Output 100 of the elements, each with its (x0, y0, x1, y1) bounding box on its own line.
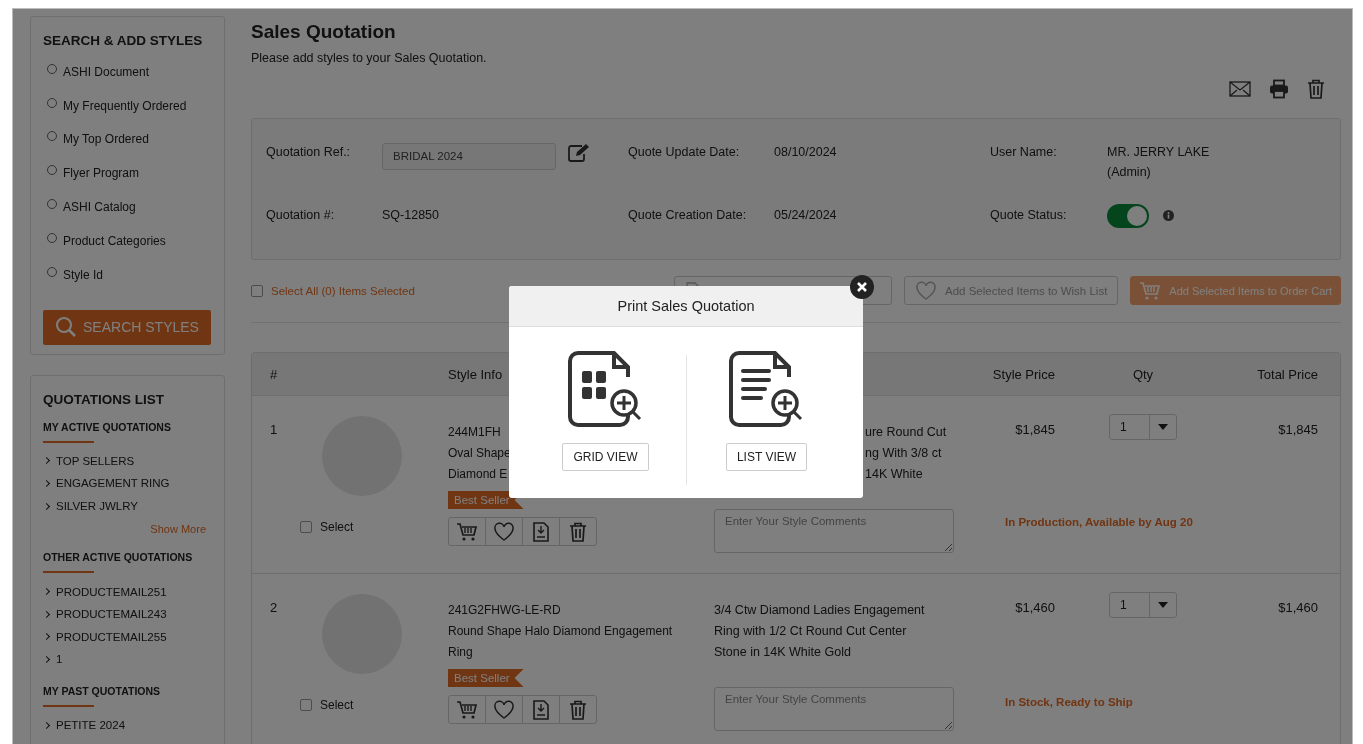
grid-document-icon (567, 351, 644, 427)
panel-title: SEARCH & ADD STYLES (43, 33, 204, 48)
select-label[interactable]: Select (320, 520, 354, 534)
section-title: MY PAST QUOTATIONS (43, 684, 162, 697)
print-icon[interactable] (1269, 79, 1289, 99)
grid-view-button[interactable]: GRID VIEW (562, 443, 649, 471)
list-document-icon (728, 351, 805, 427)
option-label[interactable]: Flyer Program (63, 166, 139, 181)
status-toggle[interactable] (1107, 204, 1149, 228)
page-subtitle: Please add styles to your Sales Quotation. (251, 51, 488, 65)
option-label[interactable]: Product Categories (63, 233, 166, 248)
total-price: $1,460 (1277, 600, 1318, 615)
quotation-link[interactable]: ENGAGEMENT RING (56, 477, 170, 490)
option-label[interactable]: My Top Ordered (63, 132, 149, 147)
style-info-text: 241G2FHWG-LE-RD (448, 602, 561, 619)
style-price: $1,845 (1014, 422, 1055, 437)
option-label[interactable]: ASHI Catalog (63, 200, 136, 215)
style-info-text: Diamond E (448, 466, 508, 483)
page-title: Sales Quotation (251, 21, 397, 43)
panel-title: QUOTATIONS LIST (43, 391, 165, 407)
search-styles-button[interactable]: SEARCH STYLES (43, 309, 211, 345)
style-price: $1,460 (1014, 600, 1055, 615)
delete-icon[interactable] (1307, 79, 1325, 99)
description-text: ng With 3/8 ct (865, 445, 943, 462)
style-info-text: 244M1FH (448, 424, 501, 441)
column-header: # (270, 366, 279, 382)
best-seller-badge: Best Seller (448, 491, 524, 509)
quotation-link[interactable]: PETITE 2024 (56, 719, 126, 732)
search-icon (55, 316, 78, 339)
column-header: Qty (1131, 366, 1155, 382)
show-more-link[interactable]: Show More (150, 523, 206, 536)
quotation-link[interactable]: TOP SELLERS (56, 454, 135, 467)
field-label: User Name: (990, 145, 1058, 161)
document-icon (532, 699, 550, 720)
list-view-button[interactable]: LIST VIEW (725, 443, 808, 471)
quotation-link[interactable]: PRODUCTEMAIL243 (56, 608, 167, 621)
cart-icon (456, 699, 478, 720)
row-number: 1 (270, 422, 279, 437)
quantity-dropdown[interactable]: 1 (1109, 414, 1177, 440)
quotation-ref-field[interactable]: BRIDAL 2024 (382, 143, 556, 170)
field-value: SQ-12850 (382, 208, 440, 224)
field-value: 08/10/2024 (774, 145, 838, 161)
field-label: Quote Update Date: (628, 145, 741, 161)
heart-icon (915, 280, 937, 301)
comment-field[interactable]: Enter Your Style Comments (714, 687, 954, 731)
option-label[interactable]: ASHI Document (63, 64, 150, 79)
field-label: Quotation Ref.: (266, 145, 352, 161)
field-label: Quote Creation Date: (628, 208, 748, 224)
select-checkbox[interactable] (300, 521, 312, 533)
description-text: 14K White (865, 466, 924, 483)
edit-icon[interactable] (568, 143, 590, 163)
row-number: 2 (270, 600, 279, 615)
heart-icon (493, 699, 515, 720)
close-icon[interactable] (850, 275, 874, 299)
style-info-text: Ring (448, 644, 473, 661)
field-value: 05/24/2024 (774, 208, 838, 224)
section-title: MY ACTIVE QUOTATIONS (43, 420, 172, 433)
info-icon[interactable] (1163, 210, 1174, 221)
document-icon (532, 521, 550, 542)
column-header: Total Price (1256, 366, 1318, 382)
heart-icon (493, 521, 515, 542)
quotation-link[interactable]: PRODUCTEMAIL251 (56, 585, 167, 598)
style-info-text: Round Shape Halo Diamond Engagement (448, 623, 673, 640)
option-label[interactable]: Style Id (63, 267, 104, 282)
quotation-link[interactable]: PRODUCTEMAIL255 (56, 630, 167, 643)
description-text: Ring with 1/2 Ct Round Cut Center (714, 623, 908, 640)
column-header: Style Info (448, 366, 504, 382)
section-title: OTHER ACTIVE QUOTATIONS (43, 551, 194, 564)
cart-icon (456, 521, 478, 542)
style-info-text: Oval Shape (448, 445, 511, 462)
quotation-link[interactable]: 1 (56, 653, 63, 666)
select-label[interactable]: Select (320, 698, 354, 712)
field-value: MR. JERRY LAKE (1107, 145, 1211, 159)
description-text: Stone in 14K White Gold (714, 644, 852, 661)
section-underline (43, 704, 94, 707)
caret-icon (1158, 602, 1168, 608)
trash-icon[interactable] (569, 699, 587, 720)
select-checkbox[interactable] (300, 699, 312, 711)
availability-status: In Production, Available by Aug 20 (1005, 516, 1194, 528)
availability-status: In Stock, Ready to Ship (1005, 696, 1134, 708)
comment-field[interactable]: Enter Your Style Comments (714, 509, 954, 553)
quotation-link[interactable]: SILVER JWLRY (56, 500, 139, 513)
quantity-dropdown[interactable]: 1 (1109, 592, 1177, 618)
section-underline (43, 440, 94, 443)
description-text: ure Round Cut (865, 424, 948, 441)
field-value: (Admin) (1107, 165, 1152, 179)
best-seller-badge: Best Seller (448, 669, 524, 687)
option-label[interactable]: My Frequently Ordered (63, 98, 187, 113)
mail-icon[interactable] (1229, 81, 1251, 97)
total-price: $1,845 (1277, 422, 1318, 437)
column-header: Style Price (991, 366, 1055, 382)
description-text: 3/4 Ctw Diamond Ladies Engagement (714, 602, 926, 619)
field-label: Quotation #: (266, 208, 336, 224)
section-underline (43, 571, 94, 574)
select-all-label[interactable]: Select All (0) Items Selected (271, 284, 415, 297)
cart-icon (1139, 280, 1162, 301)
select-all-checkbox[interactable] (251, 284, 263, 297)
caret-icon (1158, 424, 1168, 430)
dialog-title: Print Sales Quotation (509, 286, 863, 327)
trash-icon[interactable] (569, 521, 587, 542)
